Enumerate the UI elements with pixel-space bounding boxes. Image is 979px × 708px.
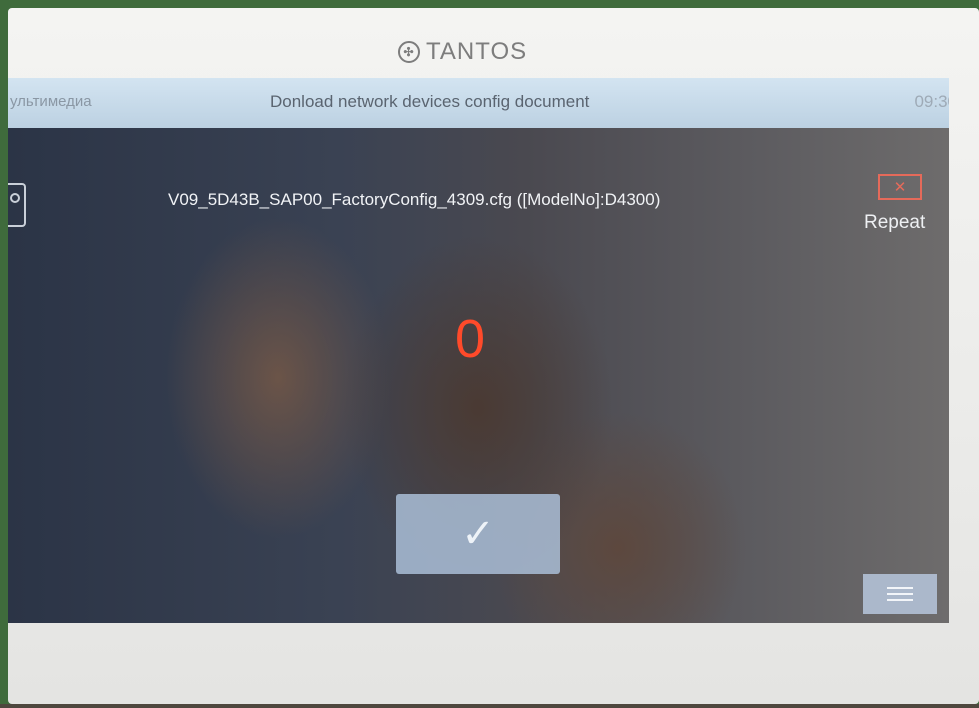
brand-logo-text: TANTOS (426, 38, 528, 65)
list-menu-icon-line (887, 593, 913, 595)
brand-logo-icon: ✣ (398, 41, 420, 63)
bottom-edge (0, 704, 979, 708)
list-menu-icon-line (887, 587, 913, 589)
status-title: Donload network devices config document (270, 92, 590, 111)
confirm-button[interactable]: ✓ (396, 494, 560, 574)
checkmark-icon: ✓ (461, 512, 495, 556)
display-screen: ультимедиа Donload network devices confi… (8, 78, 949, 623)
repeat-button-label[interactable]: Repeat (864, 212, 925, 234)
config-filename: V09_5D43B_SAP00_FactoryConfig_4309.cfg (… (168, 190, 661, 209)
side-device-icon[interactable] (8, 183, 26, 227)
status-time: 09:30 (914, 92, 949, 111)
repeat-close-icon[interactable]: ✕ (878, 174, 922, 200)
intercom-monitor: ✣ TANTOS ультимедиа Donload network devi… (8, 8, 979, 704)
download-counter: 0 (455, 309, 486, 369)
menu-button[interactable] (863, 574, 937, 614)
brand-logo: ✣ TANTOS (398, 38, 527, 66)
list-menu-icon-line (887, 599, 913, 601)
status-section-label[interactable]: ультимедиа (10, 93, 92, 110)
status-bar: ультимедиа Donload network devices confi… (8, 78, 949, 128)
side-device-icon-dot (10, 193, 20, 203)
